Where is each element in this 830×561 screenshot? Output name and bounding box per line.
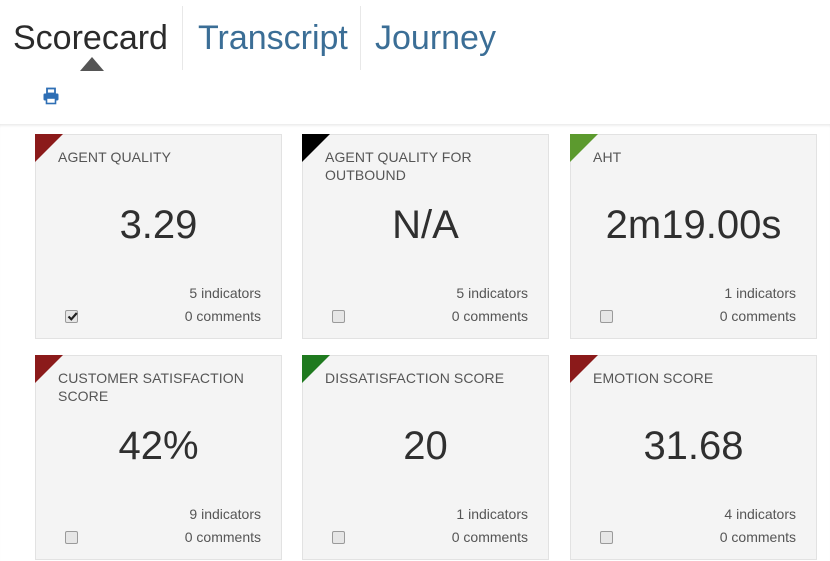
card-title: EMOTION SCORE: [593, 370, 714, 386]
scorecard-card-agent-quality-outbound[interactable]: AGENT QUALITY FOR OUTBOUND N/A 5 indicat…: [302, 134, 549, 339]
card-indicators: 9 indicators: [189, 506, 261, 522]
card-comments: 0 comments: [451, 529, 528, 545]
card-value: 31.68: [643, 424, 744, 468]
scorecard-grid: AGENT QUALITY 3.29 5 indicators 0 commen…: [0, 124, 830, 561]
tab-transcript[interactable]: Transcript: [198, 8, 348, 70]
card-value: N/A: [392, 203, 459, 247]
card-comments: 0 comments: [451, 308, 528, 324]
card-value: 42%: [118, 424, 199, 468]
tab-bar: Scorecard Transcript Journey: [0, 0, 830, 72]
card-checkbox[interactable]: [65, 310, 78, 323]
active-tab-caret-icon: [80, 57, 104, 71]
tab-divider: [182, 6, 183, 70]
scorecard-card-customer-satisfaction[interactable]: CUSTOMER SATISFACTION SCORE 42% 9 indica…: [35, 355, 282, 560]
card-indicators: 1 indicators: [724, 285, 796, 301]
card-indicators: 5 indicators: [456, 285, 528, 301]
card-checkbox[interactable]: [65, 531, 78, 544]
card-value: 20: [403, 424, 448, 468]
card-checkbox[interactable]: [600, 531, 613, 544]
card-value: 2m19.00s: [605, 203, 782, 247]
card-title: AHT: [593, 149, 622, 165]
scorecard-card-dissatisfaction[interactable]: DISSATISFACTION SCORE 20 1 indicators 0 …: [302, 355, 549, 560]
card-comments: 0 comments: [719, 529, 796, 545]
toolbar: [0, 71, 830, 124]
card-indicators: 1 indicators: [456, 506, 528, 522]
checkmark-icon: [67, 312, 78, 321]
tab-journey[interactable]: Journey: [375, 8, 496, 70]
card-checkbox[interactable]: [332, 531, 345, 544]
card-comments: 0 comments: [719, 308, 796, 324]
print-icon[interactable]: [42, 87, 60, 105]
card-indicators: 4 indicators: [724, 506, 796, 522]
card-value: 3.29: [119, 203, 198, 247]
card-title: DISSATISFACTION SCORE: [325, 370, 505, 386]
card-checkbox[interactable]: [600, 310, 613, 323]
tab-divider: [360, 6, 361, 70]
card-comments: 0 comments: [184, 308, 261, 324]
card-checkbox[interactable]: [332, 310, 345, 323]
card-title: AGENT QUALITY FOR OUTBOUND: [325, 149, 472, 183]
scorecard-card-aht[interactable]: AHT 2m19.00s 1 indicators 0 comments: [570, 134, 817, 339]
card-comments: 0 comments: [184, 529, 261, 545]
card-title: AGENT QUALITY: [58, 149, 172, 165]
card-title: CUSTOMER SATISFACTION SCORE: [58, 370, 244, 404]
card-indicators: 5 indicators: [189, 285, 261, 301]
scorecard-card-emotion-score[interactable]: EMOTION SCORE 31.68 4 indicators 0 comme…: [570, 355, 817, 560]
scorecard-card-agent-quality[interactable]: AGENT QUALITY 3.29 5 indicators 0 commen…: [35, 134, 282, 339]
